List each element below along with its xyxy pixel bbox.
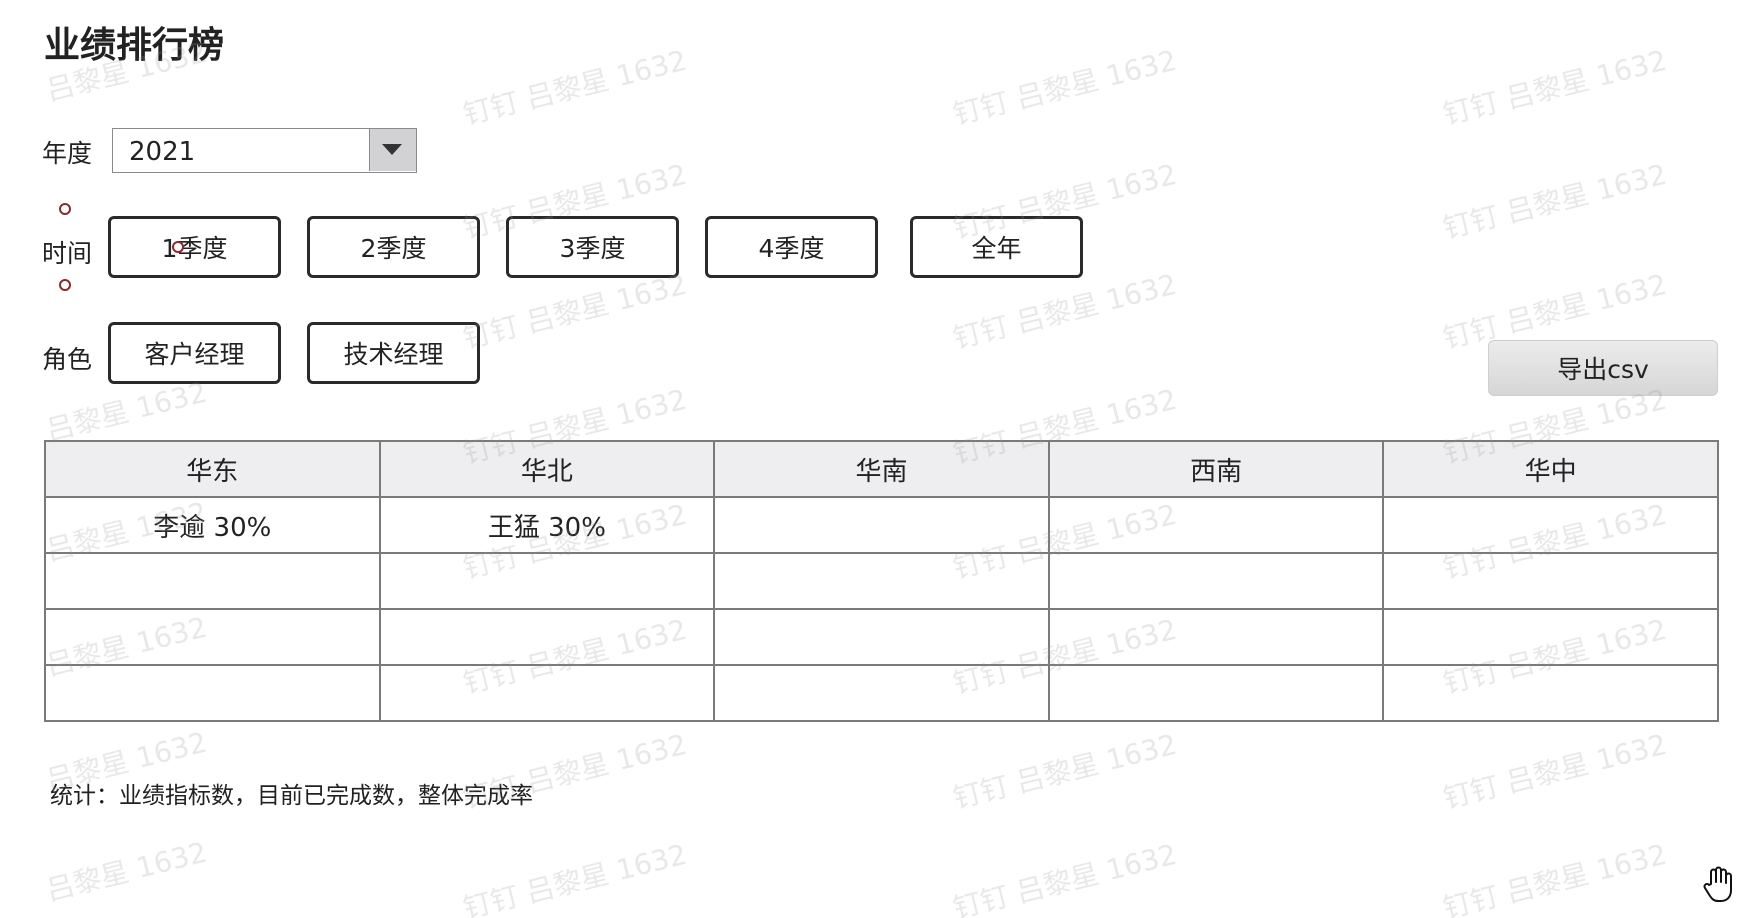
radio-indicator-top [59,203,71,215]
time-option-label: 全年 [971,234,1022,263]
table-cell [1047,496,1385,554]
column-header: 西南 [1047,440,1385,498]
radio-indicator-mid [172,241,184,253]
table-cell [44,552,381,610]
table-cell [1382,608,1719,666]
export-csv-label: 导出csv [1557,355,1649,384]
role-label: 角色 [42,345,93,374]
ranking-table: 华东 华北 华南 西南 华中 李逾 30% 王猛 30% [44,440,1719,722]
column-header: 华中 [1382,440,1719,498]
table-row [44,552,1719,610]
table-header-row: 华东 华北 华南 西南 华中 [44,440,1719,498]
time-option-label: 2季度 [360,234,427,263]
time-option-q1-button[interactable]: 1季度 [108,216,281,278]
table-cell [713,552,1050,610]
time-option-fullyear-button[interactable]: 全年 [910,216,1083,278]
table-cell [713,608,1050,666]
role-account-manager-button[interactable]: 客户经理 [108,322,281,384]
time-option-label: 3季度 [559,234,626,263]
watermark: 钉钉 吕黎星 1632 [949,727,1181,816]
hand-cursor-icon [1703,866,1732,902]
column-header: 华东 [44,440,381,498]
chevron-down-icon [382,144,402,155]
table-cell [44,664,381,722]
table-row [44,664,1719,722]
watermark: 钉钉 吕黎星 1632 [1439,837,1671,918]
watermark: 钉钉 吕黎星 1632 [949,837,1181,918]
page: 业绩排行榜 年度 2021 时间 1季度 2季度 3季度 4季度 全年 角色 客… [0,0,1760,918]
watermark: 钉钉 吕黎星 1632 [1439,157,1671,246]
page-title: 业绩排行榜 [44,25,225,66]
role-option-label: 技术经理 [343,340,444,369]
role-tech-manager-button[interactable]: 技术经理 [307,322,480,384]
table-cell [1047,608,1385,666]
dropdown-button[interactable] [369,129,416,171]
table-cell [1382,664,1719,722]
watermark: 钉钉 吕黎星 1632 [1439,43,1671,132]
watermark: 钉钉 吕黎星 1632 [1439,727,1671,816]
table-cell [713,664,1050,722]
table-cell [378,608,716,666]
statistics-note: 统计：业绩指标数，目前已完成数，整体完成率 [50,783,533,809]
time-option-label: 4季度 [758,234,825,263]
time-option-q4-button[interactable]: 4季度 [705,216,878,278]
table-cell: 李逾 30% [44,496,381,554]
watermark: 钉钉 吕黎星 1632 [459,837,691,918]
table-cell [1047,664,1385,722]
time-option-q3-button[interactable]: 3季度 [506,216,679,278]
column-header: 华南 [713,440,1050,498]
watermark: 钉钉 吕黎星 1632 [949,43,1181,132]
table-cell [1047,552,1385,610]
year-select[interactable]: 2021 [112,128,417,173]
table-row: 李逾 30% 王猛 30% [44,496,1719,554]
table-cell [378,552,716,610]
watermark: 钉钉 吕黎星 1632 [459,43,691,132]
radio-indicator-bottom [59,279,71,291]
table-row [44,608,1719,666]
year-select-value: 2021 [129,137,196,167]
year-label: 年度 [42,139,93,168]
table-cell [44,608,381,666]
time-label: 时间 [42,239,93,268]
table-cell [378,664,716,722]
export-csv-button[interactable]: 导出csv [1488,340,1718,396]
watermark: 吕黎星 1632 [42,835,211,908]
table-cell: 王猛 30% [378,496,716,554]
table-cell [1382,552,1719,610]
table-cell [713,496,1050,554]
time-option-q2-button[interactable]: 2季度 [307,216,480,278]
column-header: 华北 [378,440,716,498]
table-cell [1382,496,1719,554]
role-option-label: 客户经理 [144,340,245,369]
